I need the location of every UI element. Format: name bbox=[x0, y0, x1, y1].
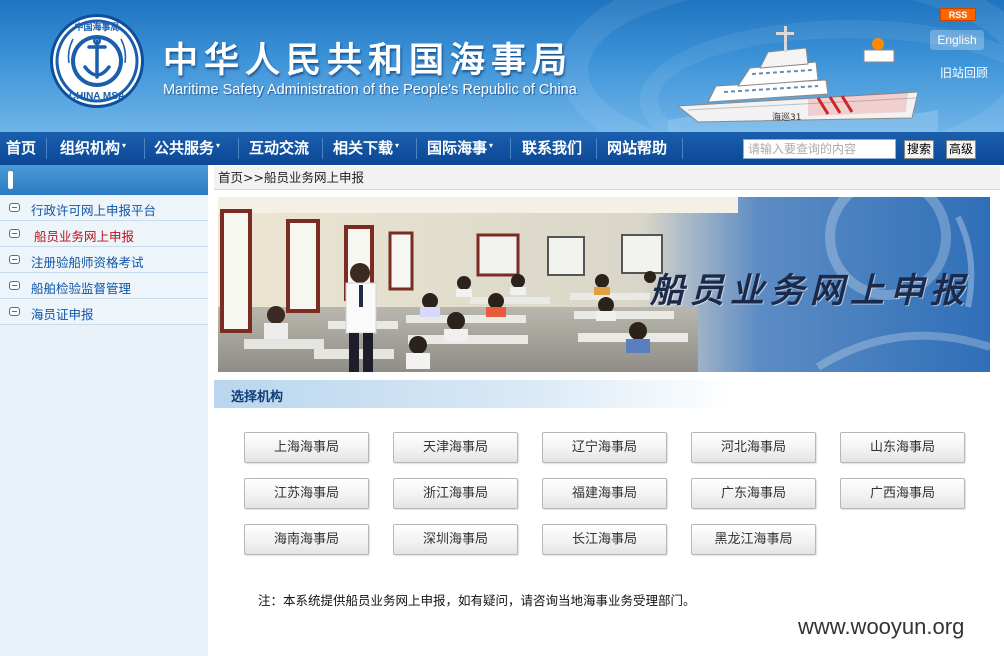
org-button-shenzhen[interactable]: 深圳海事局 bbox=[393, 524, 518, 555]
watermark: www.wooyun.org bbox=[798, 614, 965, 639]
sidebar-item-label: 注册验船师资格考试 bbox=[31, 255, 144, 270]
nav-separator bbox=[682, 138, 683, 159]
org-button-guangdong[interactable]: 广东海事局 bbox=[691, 478, 816, 509]
org-button-zhejiang[interactable]: 浙江海事局 bbox=[393, 478, 518, 509]
org-button-shanghai[interactable]: 上海海事局 bbox=[244, 432, 369, 463]
nav-item-organization[interactable]: 组织机构 ▾ bbox=[56, 132, 130, 165]
nav-item-interaction[interactable]: 互动交流 bbox=[245, 132, 313, 165]
org-button-changjiang[interactable]: 长江海事局 bbox=[542, 524, 667, 555]
nav-item-international[interactable]: 国际海事 ▾ bbox=[423, 132, 497, 165]
sidebar-item-label: 船舶检验监督管理 bbox=[31, 281, 132, 296]
footer-note: 注：本系统提供船员业务网上申报，如有疑问，请咨询当地海事业务受理部门。 bbox=[258, 593, 696, 608]
site-subtitle: Maritime Safety Administration of the Pe… bbox=[163, 82, 577, 98]
nav-separator bbox=[322, 138, 323, 159]
sidebar-header bbox=[0, 165, 208, 195]
org-button-shandong[interactable]: 山东海事局 bbox=[840, 432, 965, 463]
org-button-fujian[interactable]: 福建海事局 bbox=[542, 478, 667, 509]
nav-separator bbox=[416, 138, 417, 159]
english-link[interactable]: English bbox=[930, 30, 984, 50]
minus-icon bbox=[9, 203, 20, 212]
banner: 船员业务网上申报 bbox=[218, 197, 990, 372]
minus-icon bbox=[9, 255, 20, 264]
nav-separator bbox=[596, 138, 597, 159]
org-button-tianjin[interactable]: 天津海事局 bbox=[393, 432, 518, 463]
chevron-down-icon: ▾ bbox=[395, 141, 400, 150]
org-button-hainan[interactable]: 海南海事局 bbox=[244, 524, 369, 555]
msa-logo[interactable]: 中国海事局 CHINA MSA bbox=[50, 14, 144, 108]
patrol-ship-image: 海巡31 bbox=[668, 26, 938, 132]
search-input[interactable]: 请输入要查询的内容 bbox=[743, 139, 896, 159]
nav-separator bbox=[46, 138, 47, 159]
sidebar-item-label: 海员证申报 bbox=[31, 307, 94, 322]
logo-text: CHINA MSA bbox=[69, 91, 125, 102]
org-button-heilongjiang[interactable]: 黑龙江海事局 bbox=[691, 524, 816, 555]
sidebar: 行政许可网上申报平台 船员业务网上申报 注册验船师资格考试 船舶检验监督管理 海… bbox=[0, 165, 208, 656]
old-site-link[interactable]: 旧站回顾 bbox=[940, 64, 988, 81]
sidebar-item-label: 行政许可网上申报平台 bbox=[31, 203, 157, 218]
sidebar-item-seafarer-declaration[interactable]: 船员业务网上申报 bbox=[0, 221, 208, 247]
search-button[interactable]: 搜索 bbox=[904, 140, 934, 159]
nav-separator bbox=[510, 138, 511, 159]
banner-title: 船员业务网上申报 bbox=[650, 271, 970, 311]
minus-icon bbox=[9, 307, 20, 316]
sidebar-item-admin-license[interactable]: 行政许可网上申报平台 bbox=[0, 195, 208, 221]
chevron-down-icon: ▾ bbox=[489, 141, 494, 150]
minus-icon bbox=[9, 229, 20, 238]
sidebar-item-surveyor-exam[interactable]: 注册验船师资格考试 bbox=[0, 247, 208, 273]
minus-icon bbox=[9, 281, 20, 290]
site-header: 中国海事局 CHINA MSA 中华人民共和国海事局 Maritime Safe… bbox=[0, 0, 1004, 132]
advanced-search-button[interactable]: 高级 bbox=[946, 140, 976, 159]
nav-item-downloads[interactable]: 相关下载 ▾ bbox=[329, 132, 403, 165]
nav-separator bbox=[238, 138, 239, 159]
chevron-down-icon: ▾ bbox=[122, 141, 127, 150]
ship-text: 海巡31 bbox=[772, 111, 801, 123]
org-button-guangxi[interactable]: 广西海事局 bbox=[840, 478, 965, 509]
breadcrumb: 首页>>船员业务网上申报 bbox=[214, 166, 1000, 190]
org-button-liaoning[interactable]: 辽宁海事局 bbox=[542, 432, 667, 463]
section-header: 选择机构 bbox=[214, 380, 734, 408]
logo-top-text: 中国海事局 bbox=[74, 21, 119, 33]
nav-separator bbox=[144, 138, 145, 159]
nav-item-public-services[interactable]: 公共服务 ▾ bbox=[150, 132, 224, 165]
nav-item-help[interactable]: 网站帮助 bbox=[603, 132, 671, 165]
chevron-down-icon: ▾ bbox=[216, 141, 221, 150]
sidebar-item-label: 船员业务网上申报 bbox=[34, 229, 135, 244]
org-button-jiangsu[interactable]: 江苏海事局 bbox=[244, 478, 369, 509]
sidebar-header-marker bbox=[8, 171, 13, 189]
rss-button[interactable]: RSS bbox=[940, 8, 976, 21]
sidebar-item-seaman-passport[interactable]: 海员证申报 bbox=[0, 299, 208, 325]
site-title: 中华人民共和国海事局 bbox=[163, 41, 574, 81]
org-button-hebei[interactable]: 河北海事局 bbox=[691, 432, 816, 463]
sidebar-item-ship-inspection[interactable]: 船舶检验监督管理 bbox=[0, 273, 208, 299]
section-title: 选择机构 bbox=[231, 390, 284, 405]
nav-item-contact[interactable]: 联系我们 bbox=[518, 132, 586, 165]
nav-item-home[interactable]: 首页 bbox=[2, 132, 40, 165]
